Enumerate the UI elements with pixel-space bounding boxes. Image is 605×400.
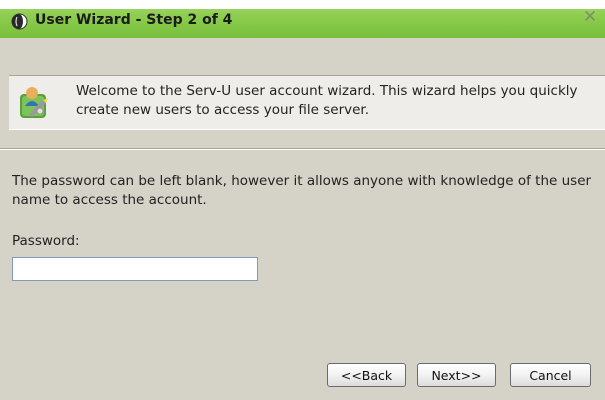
cancel-button[interactable]: Cancel — [510, 363, 591, 387]
welcome-banner: Welcome to the Serv-U user account wizar… — [9, 75, 605, 130]
serv-u-app-icon — [11, 13, 28, 30]
next-button[interactable]: Next>> — [417, 363, 496, 387]
title-bar-top-edge — [0, 0, 605, 9]
user-wizard-window: User Wizard - Step 2 of 4 ✕ Welcome to t… — [0, 0, 605, 400]
window-title: User Wizard - Step 2 of 4 — [35, 12, 233, 28]
password-info-text: The password can be left blank, however … — [12, 173, 592, 208]
close-icon[interactable]: ✕ — [581, 6, 599, 28]
section-divider — [0, 148, 605, 150]
password-input[interactable] — [12, 257, 258, 281]
password-label: Password: — [12, 233, 80, 249]
wizard-user-icon — [20, 87, 48, 118]
title-bar[interactable]: User Wizard - Step 2 of 4 ✕ — [0, 0, 605, 38]
welcome-text: Welcome to the Serv-U user account wizar… — [76, 83, 578, 118]
back-button[interactable]: <<Back — [327, 363, 406, 387]
